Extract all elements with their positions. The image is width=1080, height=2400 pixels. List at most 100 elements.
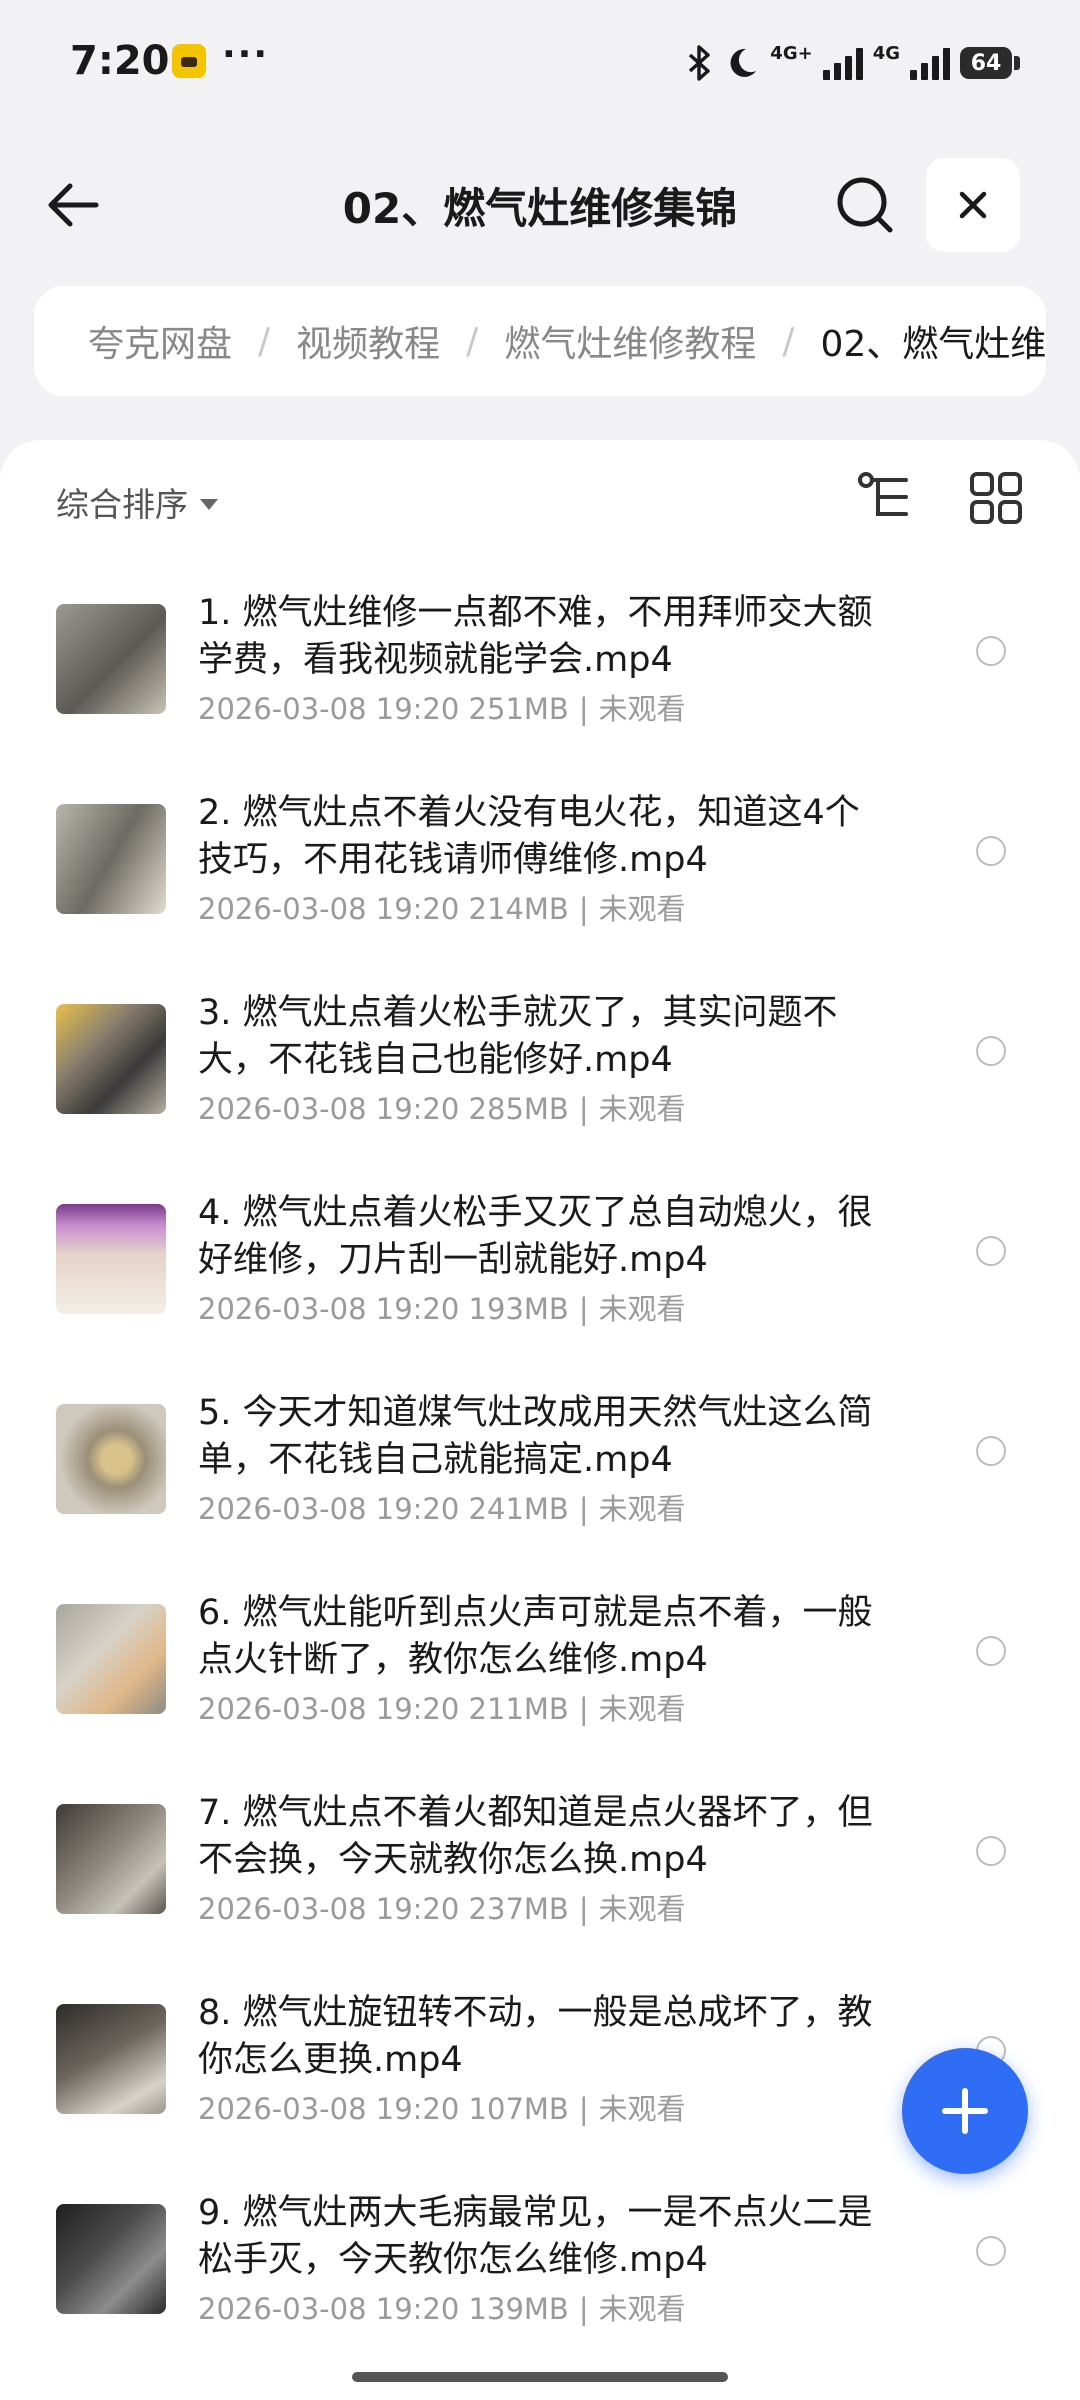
- watch-status: 未观看: [598, 2092, 686, 2126]
- select-radio[interactable]: [976, 2236, 1006, 2266]
- video-thumbnail: [56, 1404, 166, 1514]
- more-notifications-icon: ···: [222, 34, 270, 75]
- file-date: 2026-03-08 19:20: [198, 1292, 460, 1326]
- watch-status: 未观看: [598, 892, 686, 926]
- file-date: 2026-03-08 19:20: [198, 1892, 460, 1926]
- status-icons: 4G+ 4G 64: [684, 38, 1020, 88]
- file-date: 2026-03-08 19:20: [198, 2292, 460, 2326]
- file-meta: 2026-03-08 19:20 251MB | 未观看: [198, 692, 686, 726]
- file-size: 285MB: [468, 1092, 569, 1126]
- breadcrumb-separator: /: [466, 320, 479, 362]
- file-meta: 2026-03-08 19:20 211MB | 未观看: [198, 1692, 686, 1726]
- signal-icon-2: [910, 46, 950, 80]
- file-date: 2026-03-08 19:20: [198, 2092, 460, 2126]
- bluetooth-icon: [689, 45, 711, 81]
- select-radio[interactable]: [976, 1036, 1006, 1066]
- list-item[interactable]: 6. 燃气灶能听到点火声可就是点不着，一般点火针断了，教你怎么维修.mp4 20…: [0, 1590, 1080, 1790]
- file-name: 9. 燃气灶两大毛病最常见，一是不点火二是松手灭，今天教你怎么维修.mp4: [198, 2193, 873, 2280]
- watch-status: 未观看: [598, 1492, 686, 1526]
- list-item[interactable]: 3. 燃气灶点着火松手就灭了，其实问题不大，不花钱自己也能修好.mp4 2026…: [0, 990, 1080, 1190]
- file-size: 107MB: [468, 2092, 569, 2126]
- tree-structure-icon: [858, 472, 908, 516]
- breadcrumb-item-root[interactable]: 夸克网盘: [88, 315, 232, 367]
- file-name: 4. 燃气灶点着火松手又灭了总自动熄火，很好维修，刀片刮一刮就能好.mp4: [198, 1193, 873, 1280]
- file-date: 2026-03-08 19:20: [198, 692, 460, 726]
- home-indicator[interactable]: [352, 2372, 728, 2382]
- top-app-bar: 02、燃气灶维修集锦: [0, 150, 1080, 260]
- video-thumbnail: [56, 2004, 166, 2114]
- list-item[interactable]: 9. 燃气灶两大毛病最常见，一是不点火二是松手灭，今天教你怎么维修.mp4 20…: [0, 2190, 1080, 2390]
- file-size: 237MB: [468, 1892, 569, 1926]
- grid-view-button[interactable]: [968, 470, 1024, 526]
- file-meta: 2026-03-08 19:20 139MB | 未观看: [198, 2292, 686, 2326]
- list-item[interactable]: 2. 燃气灶点不着火没有电火花，知道这4个技巧，不用花钱请师傅维修.mp4 20…: [0, 790, 1080, 990]
- file-date: 2026-03-08 19:20: [198, 892, 460, 926]
- watch-status: 未观看: [598, 1092, 686, 1126]
- search-button[interactable]: [828, 168, 902, 242]
- close-button[interactable]: [926, 158, 1020, 252]
- watch-status: 未观看: [598, 2292, 686, 2326]
- file-meta: 2026-03-08 19:20 237MB | 未观看: [198, 1892, 686, 1926]
- search-icon: [837, 177, 893, 233]
- select-radio[interactable]: [976, 1236, 1006, 1266]
- video-thumbnail: [56, 1604, 166, 1714]
- file-size: 139MB: [468, 2292, 569, 2326]
- sort-label: 综合排序: [56, 485, 188, 524]
- file-meta: 2026-03-08 19:20 107MB | 未观看: [198, 2092, 686, 2126]
- file-date: 2026-03-08 19:20: [198, 1492, 460, 1526]
- add-button[interactable]: [902, 2048, 1028, 2174]
- list-item[interactable]: 1. 燃气灶维修一点都不难，不用拜师交大额学费，看我视频就能学会.mp4 202…: [0, 590, 1080, 790]
- list-item[interactable]: 7. 燃气灶点不着火都知道是点火器坏了，但不会换，今天就教你怎么换.mp4 20…: [0, 1790, 1080, 1990]
- select-radio[interactable]: [976, 836, 1006, 866]
- file-size: 211MB: [468, 1692, 569, 1726]
- tree-view-button[interactable]: [856, 470, 914, 528]
- battery-level: 64: [960, 47, 1012, 79]
- battery-icon: 64: [960, 47, 1020, 79]
- page-title: 02、燃气灶维修集锦: [342, 184, 738, 233]
- file-name: 6. 燃气灶能听到点火声可就是点不着，一般点火针断了，教你怎么维修.mp4: [198, 1593, 873, 1680]
- select-radio[interactable]: [976, 636, 1006, 666]
- breadcrumb-separator: /: [782, 320, 795, 362]
- app-notification-icon: [172, 44, 206, 78]
- select-radio[interactable]: [976, 1436, 1006, 1466]
- file-meta: 2026-03-08 19:20 193MB | 未观看: [198, 1292, 686, 1326]
- watch-status: 未观看: [598, 692, 686, 726]
- network-type-2: 4G: [872, 42, 900, 64]
- video-thumbnail: [56, 1004, 166, 1114]
- list-item[interactable]: 5. 今天才知道煤气灶改成用天然气灶这么简单，不花钱自己就能搞定.mp4 202…: [0, 1390, 1080, 1590]
- file-size: 241MB: [468, 1492, 569, 1526]
- file-size: 214MB: [468, 892, 569, 926]
- watch-status: 未观看: [598, 1292, 686, 1326]
- breadcrumb: 夸克网盘 / 视频教程 / 燃气灶维修教程 / 02、燃气灶维修集锦: [34, 286, 1046, 396]
- file-meta: 2026-03-08 19:20 214MB | 未观看: [198, 892, 686, 926]
- file-name: 5. 今天才知道煤气灶改成用天然气灶这么简单，不花钱自己就能搞定.mp4: [198, 1393, 873, 1480]
- caret-down-icon: [200, 498, 218, 510]
- select-radio[interactable]: [976, 1836, 1006, 1866]
- file-meta: 2026-03-08 19:20 285MB | 未观看: [198, 1092, 686, 1126]
- file-name: 7. 燃气灶点不着火都知道是点火器坏了，但不会换，今天就教你怎么换.mp4: [198, 1793, 873, 1880]
- video-thumbnail: [56, 804, 166, 914]
- close-icon: [959, 191, 987, 219]
- breadcrumb-item-stove-tutorials[interactable]: 燃气灶维修教程: [504, 315, 756, 367]
- file-name: 1. 燃气灶维修一点都不难，不用拜师交大额学费，看我视频就能学会.mp4: [198, 593, 873, 680]
- signal-icon: [822, 46, 863, 80]
- sort-dropdown[interactable]: 综合排序: [56, 478, 218, 526]
- select-radio[interactable]: [976, 1636, 1006, 1666]
- status-bar: 7:20 ··· 4G+ 4G 64: [0, 0, 1080, 130]
- breadcrumb-item-video-tutorials[interactable]: 视频教程: [296, 315, 440, 367]
- network-type-1: 4G+: [770, 42, 813, 64]
- breadcrumb-item-current: 02、燃气灶维修集锦: [820, 324, 1046, 365]
- file-name: 3. 燃气灶点着火松手就灭了，其实问题不大，不花钱自己也能修好.mp4: [198, 993, 838, 1080]
- video-thumbnail: [56, 1204, 166, 1314]
- grid-icon: [970, 472, 1022, 524]
- watch-status: 未观看: [598, 1892, 686, 1926]
- file-meta: 2026-03-08 19:20 241MB | 未观看: [198, 1492, 686, 1526]
- video-thumbnail: [56, 604, 166, 714]
- file-date: 2026-03-08 19:20: [198, 1092, 460, 1126]
- list-item[interactable]: 4. 燃气灶点着火松手又灭了总自动熄火，很好维修，刀片刮一刮就能好.mp4 20…: [0, 1190, 1080, 1390]
- video-thumbnail: [56, 1804, 166, 1914]
- file-size: 193MB: [468, 1292, 569, 1326]
- file-size: 251MB: [468, 692, 569, 726]
- file-name: 2. 燃气灶点不着火没有电火花，知道这4个技巧，不用花钱请师傅维修.mp4: [198, 793, 860, 880]
- breadcrumb-separator: /: [258, 320, 271, 362]
